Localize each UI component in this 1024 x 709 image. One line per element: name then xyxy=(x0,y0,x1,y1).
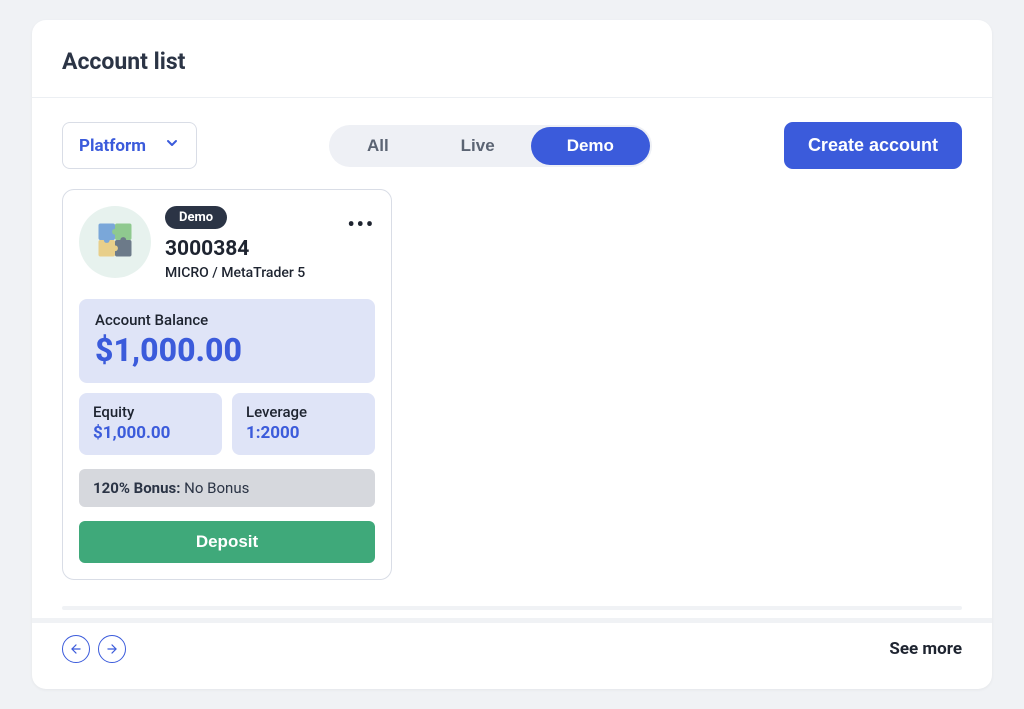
tab-demo[interactable]: Demo xyxy=(531,127,650,165)
panel-footer: See more xyxy=(32,618,992,689)
bonus-label: 120% Bonus: xyxy=(93,479,180,497)
account-avatar xyxy=(79,206,151,278)
chevron-down-icon xyxy=(164,135,180,156)
balance-label: Account Balance xyxy=(95,311,359,329)
panel-header: Account list xyxy=(32,20,992,98)
leverage-block: Leverage 1:2000 xyxy=(232,393,375,455)
kebab-menu-icon[interactable]: ••• xyxy=(347,212,375,236)
platform-filter-dropdown[interactable]: Platform xyxy=(62,122,197,169)
account-meta: MICRO / MetaTrader 5 xyxy=(165,265,305,281)
create-account-button[interactable]: Create account xyxy=(784,122,962,169)
account-card: Demo 3000384 MICRO / MetaTrader 5 ••• Ac… xyxy=(62,189,392,580)
account-type-tabs: All Live Demo xyxy=(329,125,652,167)
equity-label: Equity xyxy=(93,403,208,421)
arrow-left-icon[interactable] xyxy=(62,635,90,663)
divider xyxy=(62,606,962,610)
equity-value: $1,000.00 xyxy=(93,423,208,443)
card-title-block: Demo 3000384 MICRO / MetaTrader 5 xyxy=(165,206,305,281)
stats-row: Equity $1,000.00 Leverage 1:2000 xyxy=(79,393,375,455)
leverage-value: 1:2000 xyxy=(246,423,361,443)
carousel-nav xyxy=(62,635,126,663)
tab-all[interactable]: All xyxy=(331,127,425,165)
account-type-badge: Demo xyxy=(165,206,227,229)
see-more-link[interactable]: See more xyxy=(889,639,962,659)
account-list-panel: Account list Platform All Live Demo Crea… xyxy=(32,20,992,689)
balance-value: $1,000.00 xyxy=(95,331,359,369)
card-header: Demo 3000384 MICRO / MetaTrader 5 ••• xyxy=(79,206,375,281)
arrow-right-icon[interactable] xyxy=(98,635,126,663)
controls-row: Platform All Live Demo Create account xyxy=(32,98,992,189)
account-number: 3000384 xyxy=(165,237,305,261)
bonus-value: No Bonus xyxy=(184,479,249,497)
balance-block: Account Balance $1,000.00 xyxy=(79,299,375,383)
deposit-button[interactable]: Deposit xyxy=(79,521,375,563)
equity-block: Equity $1,000.00 xyxy=(79,393,222,455)
leverage-label: Leverage xyxy=(246,403,361,421)
filter-label: Platform xyxy=(79,136,146,156)
puzzle-icon xyxy=(93,218,137,266)
page-title: Account list xyxy=(62,48,962,75)
bonus-row: 120% Bonus: No Bonus xyxy=(79,469,375,507)
cards-area: Demo 3000384 MICRO / MetaTrader 5 ••• Ac… xyxy=(32,189,992,600)
tab-live[interactable]: Live xyxy=(425,127,531,165)
